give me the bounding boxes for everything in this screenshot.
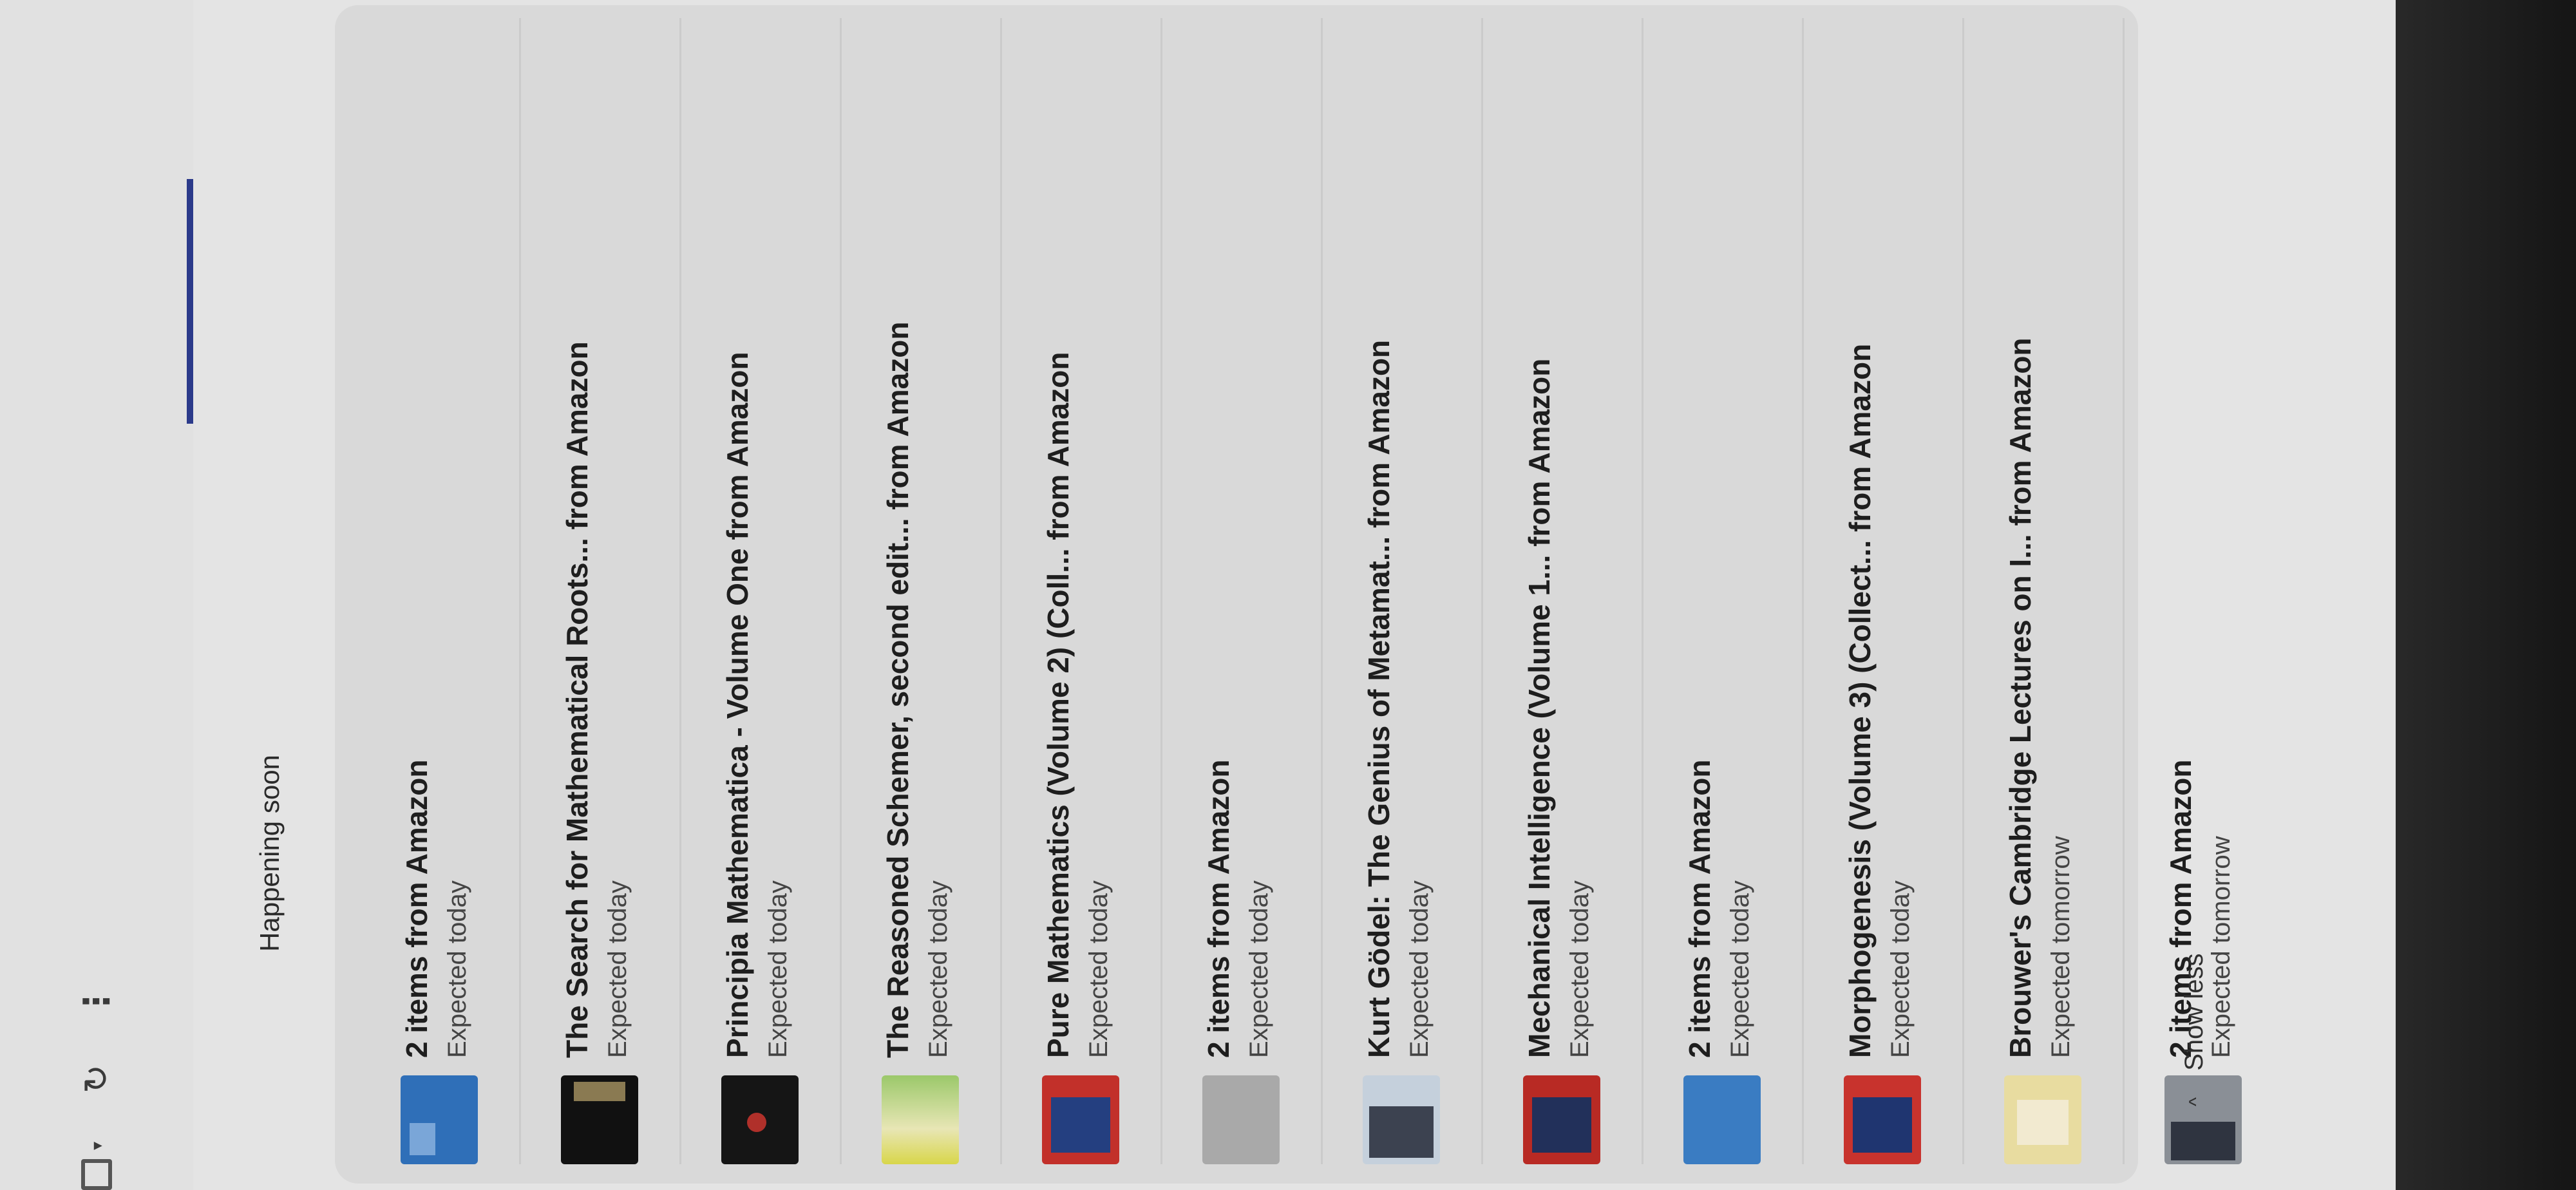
- package-list: 2 items from Amazon Expected today The Sea…: [361, 18, 2283, 1164]
- chevron-up-icon: ^: [2186, 1097, 2207, 1106]
- toolbar: ▾ ↻ ⋮: [0, 0, 193, 1190]
- item-title: The Reasoned Schemer, second edit... fro…: [881, 321, 914, 1058]
- list-item[interactable]: Kurt Gödel: The Genius of Metamat... fro…: [1323, 18, 1483, 1164]
- book-cover-thumbnail: [1683, 1075, 1761, 1164]
- refresh-icon[interactable]: ↻: [77, 1064, 116, 1093]
- item-status: Expected today: [1245, 880, 1273, 1058]
- book-cover-thumbnail: [721, 1075, 799, 1164]
- item-title: The Search for Mathematical Roots... fro…: [560, 341, 594, 1058]
- item-title: 2 items from Amazon: [1683, 759, 1716, 1058]
- list-item[interactable]: 2 items from Amazon Expected today: [1162, 18, 1323, 1164]
- item-status: Expected today: [924, 880, 952, 1058]
- item-title: Brouwer's Cambridge Lectures on I... fro…: [2003, 337, 2037, 1058]
- book-cover-thumbnail: [882, 1075, 959, 1164]
- item-status: Expected today: [1566, 880, 1594, 1058]
- item-status: Expected today: [603, 880, 632, 1058]
- item-status: Expected tomorrow: [2207, 836, 2235, 1058]
- show-less-label: Show less: [2180, 953, 2208, 1071]
- item-status: Expected today: [1726, 880, 1754, 1058]
- item-title: Principia Mathematica - Volume One from …: [721, 352, 754, 1058]
- item-title: 2 items from Amazon: [400, 759, 433, 1058]
- more-options-icon[interactable]: ⋮: [77, 987, 116, 1019]
- item-status: Expected today: [443, 880, 471, 1058]
- item-status: Expected today: [1886, 880, 1915, 1058]
- checkbox-icon[interactable]: [81, 1159, 112, 1190]
- list-item[interactable]: Principia Mathematica - Volume One from …: [681, 18, 842, 1164]
- item-status: Expected tomorrow: [2047, 836, 2075, 1058]
- book-cover-thumbnail: [561, 1075, 638, 1164]
- item-title: Kurt Gödel: The Genius of Metamat... fro…: [1362, 339, 1396, 1058]
- list-item[interactable]: Morphogenesis (Volume 3) (Collect... fro…: [1804, 18, 1964, 1164]
- email-app-screen: ▾ ↻ ⋮ Happening soon 2 items from Amazon…: [0, 0, 2396, 1190]
- book-cover-thumbnail: [2004, 1075, 2081, 1164]
- book-cover-thumbnail: [401, 1075, 478, 1164]
- item-title: Pure Mathematics (Volume 2) (Coll... fro…: [1041, 352, 1075, 1059]
- list-item[interactable]: The Reasoned Schemer, second edit... fro…: [842, 18, 1002, 1164]
- section-title: Happening soon: [254, 755, 285, 952]
- item-title: Mechanical Intelligence (Volume 1... fro…: [1522, 358, 1556, 1058]
- book-cover-thumbnail: [1042, 1075, 1119, 1164]
- list-item[interactable]: 2 items from Amazon Expected today: [361, 18, 521, 1164]
- book-cover-thumbnail: [1363, 1075, 1440, 1164]
- list-item[interactable]: Brouwer's Cambridge Lectures on I... fro…: [1964, 18, 2125, 1164]
- item-status: Expected today: [764, 880, 792, 1058]
- item-title: 2 items from Amazon: [1202, 759, 1235, 1058]
- list-item[interactable]: Mechanical Intelligence (Volume 1... fro…: [1483, 18, 1643, 1164]
- chevron-down-icon[interactable]: ▾: [77, 1142, 116, 1150]
- item-title: Morphogenesis (Volume 3) (Collect... fro…: [1843, 343, 1877, 1058]
- book-cover-thumbnail: [1523, 1075, 1600, 1164]
- book-cover-thumbnail: [1844, 1075, 1921, 1164]
- item-status: Expected today: [1084, 880, 1113, 1058]
- list-item[interactable]: Pure Mathematics (Volume 2) (Coll... fro…: [1002, 18, 1162, 1164]
- list-item[interactable]: The Search for Mathematical Roots... fro…: [521, 18, 681, 1164]
- active-tab-indicator: [187, 179, 193, 424]
- item-status: Expected today: [1405, 880, 1434, 1058]
- show-less-button[interactable]: ^ Show less: [2180, 953, 2209, 1106]
- book-cover-thumbnail: [1202, 1075, 1280, 1164]
- list-item[interactable]: 2 items from Amazon Expected today: [1643, 18, 1804, 1164]
